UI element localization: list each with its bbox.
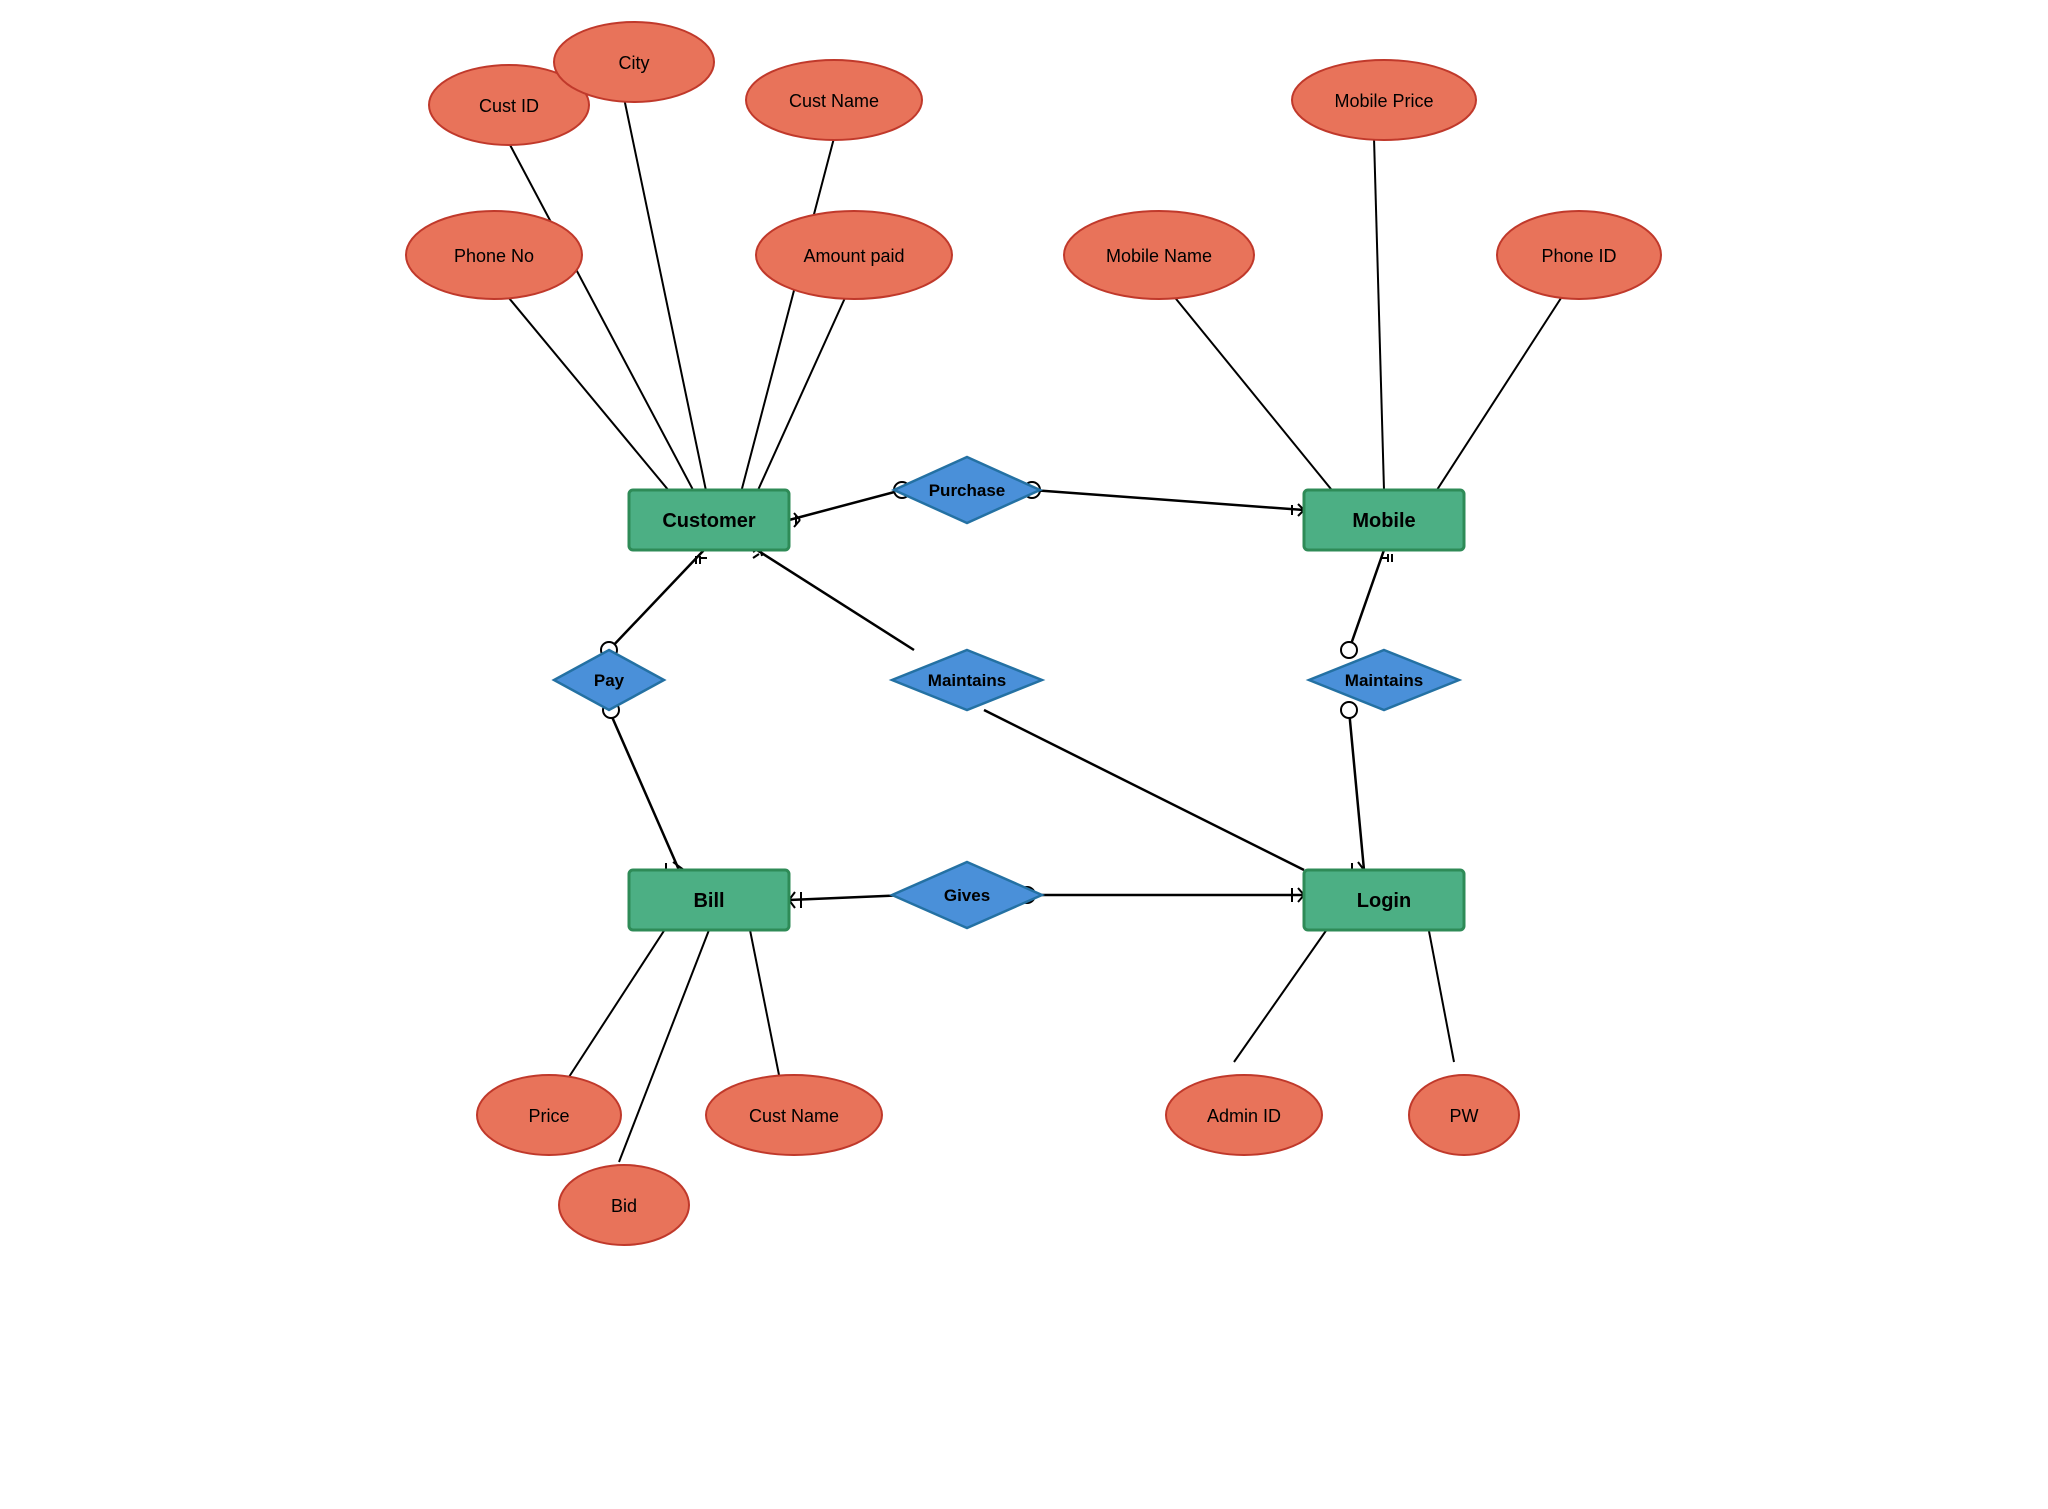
attr-mobile-price-label: Mobile Price bbox=[1334, 91, 1433, 111]
attr-amount-paid-label: Amount paid bbox=[803, 246, 904, 266]
line-phoneid-mobile bbox=[1424, 278, 1574, 510]
rel-maintains-left-label: Maintains bbox=[928, 671, 1006, 690]
attr-cust-name-bot-label: Cust Name bbox=[749, 1106, 839, 1126]
attr-phone-id-label: Phone ID bbox=[1541, 246, 1616, 266]
entity-login-label: Login bbox=[1357, 890, 1411, 912]
attr-cust-id-label: Cust ID bbox=[479, 96, 539, 116]
cm-crow2 bbox=[753, 554, 759, 558]
attr-mobile-name-label: Mobile Name bbox=[1106, 246, 1212, 266]
line-maintains-r-login bbox=[1349, 710, 1364, 870]
rel-pay-label: Pay bbox=[594, 671, 625, 690]
line-maintains-l-login bbox=[984, 710, 1304, 870]
attr-pw-label: PW bbox=[1450, 1106, 1479, 1126]
circle-maintains-r-bot bbox=[1341, 702, 1357, 718]
line-customer-maintains-l bbox=[749, 545, 914, 650]
line-bid-bill bbox=[619, 930, 709, 1162]
line-amountpaid-customer bbox=[749, 278, 854, 510]
attr-price-label: Price bbox=[528, 1106, 569, 1126]
attr-phone-no-label: Phone No bbox=[454, 246, 534, 266]
entity-mobile-label: Mobile bbox=[1352, 510, 1415, 532]
rel-maintains-right-label: Maintains bbox=[1345, 671, 1423, 690]
line-customer-pay bbox=[609, 550, 704, 650]
line-purchase-mobile bbox=[1032, 490, 1304, 510]
attr-city-label: City bbox=[619, 53, 650, 73]
er-diagram: Cust ID City Cust Name Phone No Amount p… bbox=[0, 0, 2048, 1509]
line-custid-customer bbox=[509, 143, 709, 520]
line-city-customer bbox=[624, 98, 709, 505]
attr-cust-name-top-label: Cust Name bbox=[789, 91, 879, 111]
line-custname-customer bbox=[739, 138, 834, 500]
entity-bill-label: Bill bbox=[693, 890, 724, 912]
line-bill-gives bbox=[789, 895, 907, 900]
line-phoneno-customer bbox=[494, 280, 689, 515]
attr-bid-label: Bid bbox=[611, 1196, 637, 1216]
line-mobilename-mobile bbox=[1159, 278, 1344, 505]
rel-gives-label: Gives bbox=[944, 886, 990, 905]
circle-maintains-r-top bbox=[1341, 642, 1357, 658]
line-mobile-maintains-r bbox=[1349, 550, 1384, 650]
line-mobileprice-mobile bbox=[1374, 138, 1384, 490]
entity-customer-label: Customer bbox=[662, 510, 756, 532]
rel-purchase-label: Purchase bbox=[929, 481, 1006, 500]
line-customer-purchase bbox=[789, 490, 902, 520]
line-pay-bill bbox=[609, 710, 679, 870]
attr-admin-id-label: Admin ID bbox=[1207, 1106, 1281, 1126]
